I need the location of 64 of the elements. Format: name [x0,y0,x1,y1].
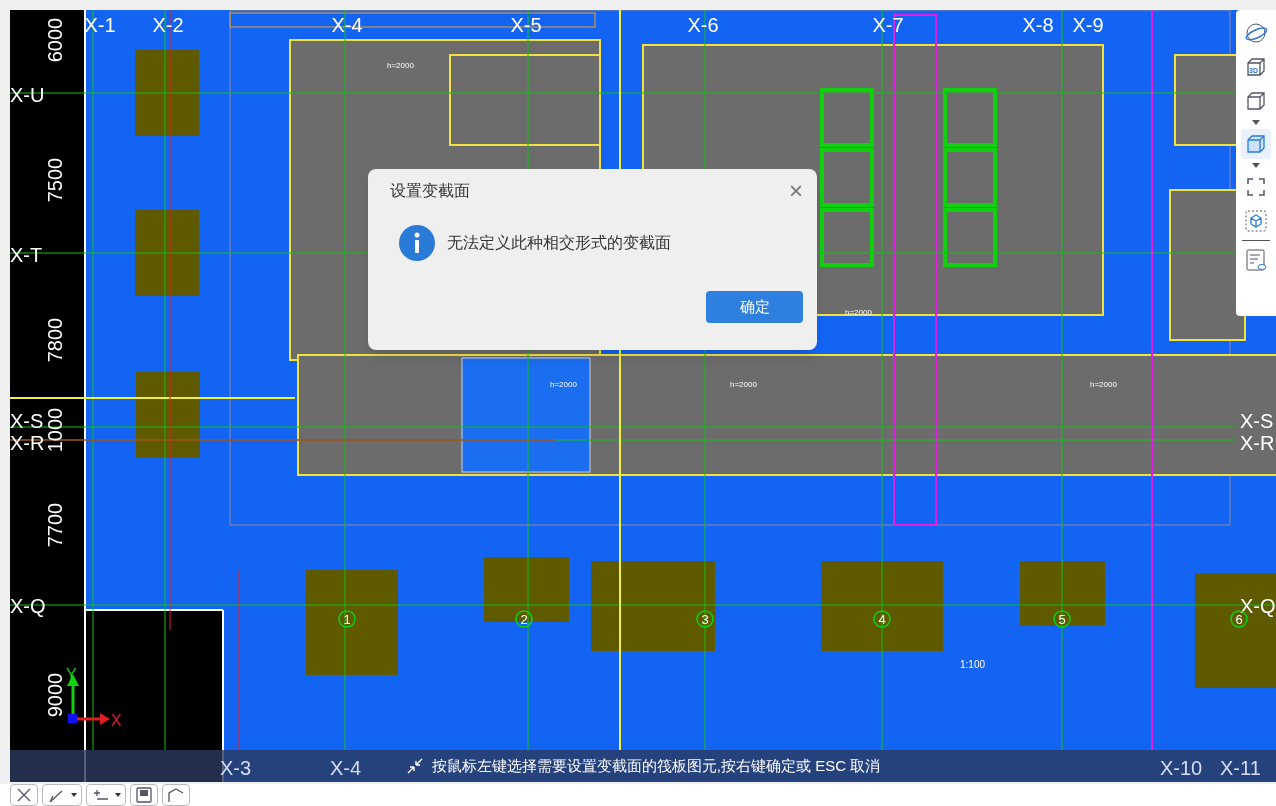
pile-marker: 4 [873,610,891,628]
dimension-label: 7700 [44,502,66,548]
axis-label: X-4 [330,756,362,781]
dimension-label: 9000 [44,672,66,718]
axis-label: X-R [1240,432,1275,454]
caret-icon [1252,163,1260,168]
axis-label: X-S [1240,410,1274,432]
axis-label: X-1 [84,14,116,36]
pile-marker: 5 [1053,610,1071,628]
plus-line-tool-button[interactable] [86,784,126,806]
axis-label: X-10 [1160,756,1203,781]
height-label: h=2000 [550,380,577,389]
height-label: h=2000 [1090,380,1117,389]
elevator-shaft [943,148,997,207]
cross-tool-button[interactable] [10,784,38,806]
dimension-label: 7800 [44,317,66,363]
caret-icon [71,793,77,797]
axis-label: X-6 [687,14,719,36]
cube-button[interactable] [1241,129,1271,159]
axis-label: X-9 [1072,14,1104,36]
axis-label: X-8 [1022,14,1054,36]
elevator-shaft [820,208,874,267]
axis-label: X-S [10,410,44,432]
close-button[interactable]: × [789,179,803,203]
dimension-label: 6000 [44,17,66,63]
elevator-shaft [820,88,874,147]
status-hint: 按鼠标左键选择需要设置变截面的筏板图元,按右键确定或 ESC 取消 [431,755,881,776]
pile-marker: 3 [696,610,714,628]
cube-icon [1244,89,1268,113]
elevator-shaft [943,208,997,267]
axis-label: X-2 [152,14,184,36]
axis-label: X-R [10,432,45,454]
shrink-arrows-icon [405,757,424,775]
dialog-title: 设置变截面 [390,181,470,201]
ucs-x-label: X [111,712,122,729]
ok-button[interactable]: 确定 [706,291,803,323]
axis-label: X-4 [331,14,363,36]
height-label: h=2000 [730,380,757,389]
scale-label: 1:100 [960,659,986,670]
cube-in-box-icon [1244,209,1268,233]
line-tool-button[interactable] [42,784,82,806]
dimension-label: 7500 [44,157,66,203]
polyline-tool-button[interactable] [162,784,190,806]
frame-icon [1244,175,1268,199]
floppy-tool-button[interactable] [130,784,158,806]
floppy-icon [134,785,154,805]
elevator-shaft [943,88,997,147]
axis-label: X-U [10,84,45,106]
orbit-icon [1244,21,1268,45]
cube-icon [1244,132,1268,156]
info-icon [399,225,435,261]
caret-icon [115,793,121,797]
height-label: h=2000 [387,61,414,70]
dimension-label: 1000 [44,407,66,453]
axis-label: X-T [10,244,43,266]
pile-marker: 1 [338,610,356,628]
axis-label: X-3 [220,756,252,781]
elevator-shaft [820,148,874,207]
axis-label: X-11 [1220,756,1261,781]
caret-icon [1252,120,1260,125]
dialog-message: 无法定义此种相交形式的变截面 [447,233,671,253]
axis-label: X-Q [10,595,46,617]
axis-label: X-5 [510,14,542,36]
list-eye-icon [1244,248,1268,272]
